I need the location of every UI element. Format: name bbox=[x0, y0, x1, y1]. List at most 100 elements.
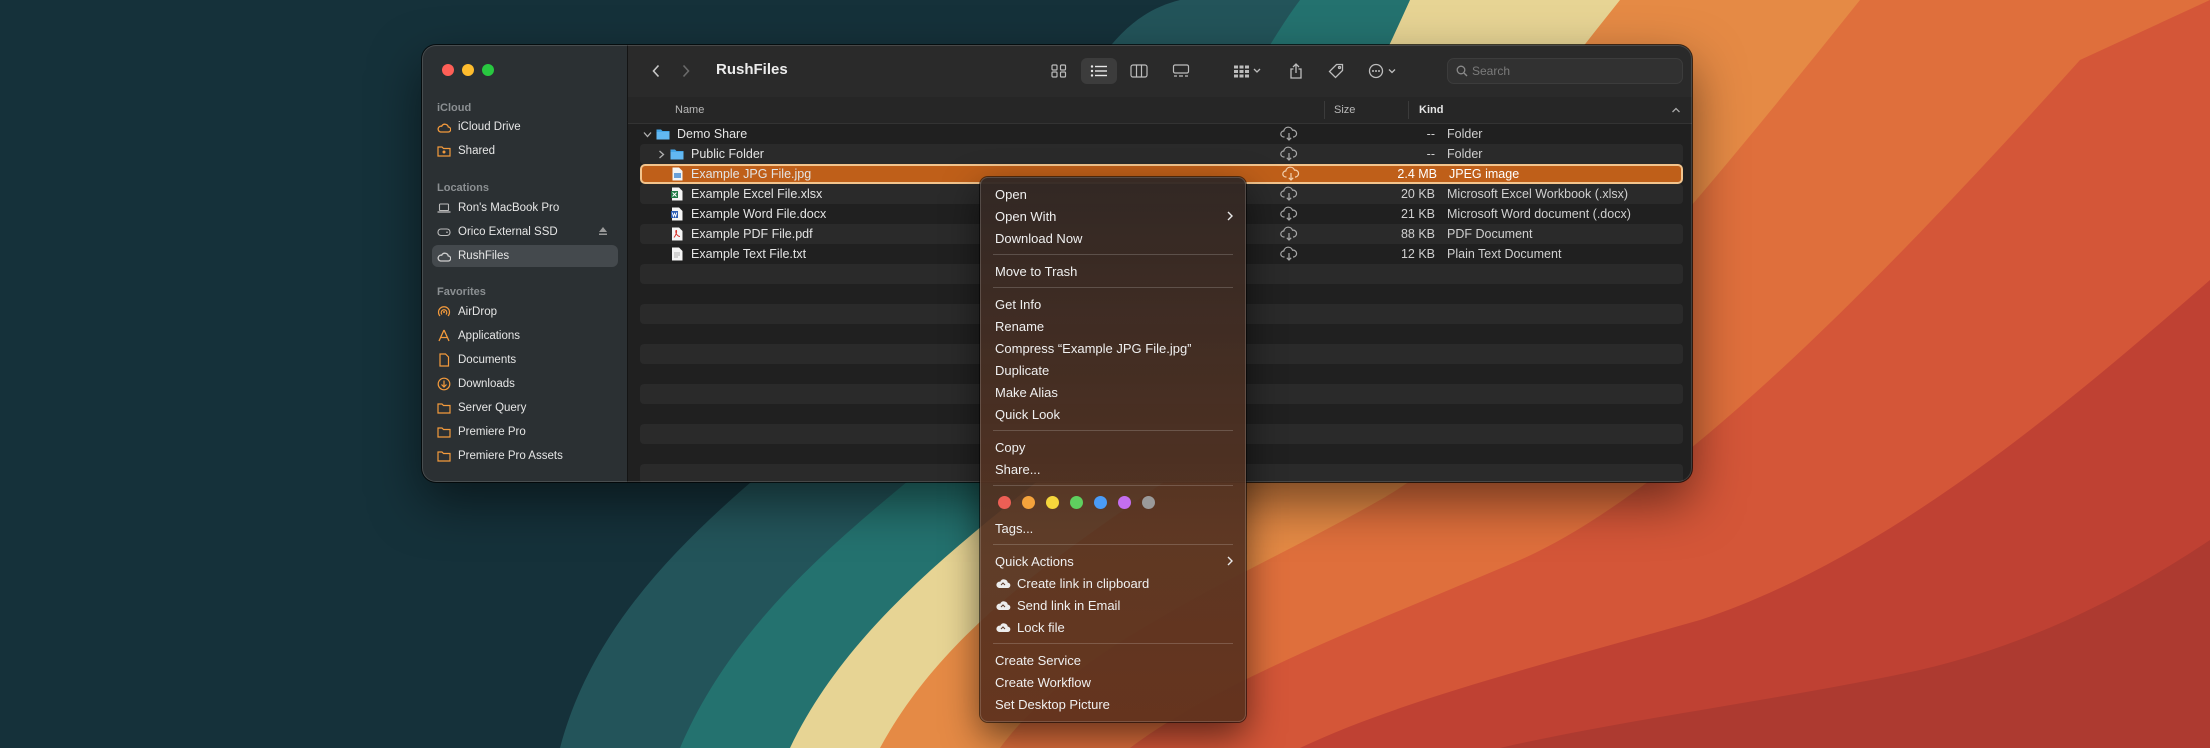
search-field[interactable]: Search bbox=[1447, 58, 1683, 84]
menu-item-label: Compress “Example JPG File.jpg” bbox=[995, 340, 1192, 356]
menu-separator bbox=[993, 544, 1233, 545]
file-size: 88 KB bbox=[1400, 227, 1435, 241]
menu-item-move-to-trash[interactable]: Move to Trash bbox=[995, 261, 1234, 281]
search-icon bbox=[1456, 65, 1468, 77]
close-window-button[interactable] bbox=[442, 64, 454, 76]
menu-item-set-desktop-picture[interactable]: Set Desktop Picture bbox=[995, 694, 1234, 714]
tag-purple-dot[interactable] bbox=[1118, 496, 1131, 509]
column-divider[interactable] bbox=[1324, 101, 1325, 119]
tag-gray-dot[interactable] bbox=[1142, 496, 1155, 509]
column-header-size[interactable]: Size bbox=[1334, 104, 1355, 116]
sidebar-section-locations: Locations bbox=[437, 182, 489, 194]
file-size: 20 KB bbox=[1400, 187, 1435, 201]
column-header-kind[interactable]: Kind bbox=[1419, 104, 1443, 116]
menu-item-create-service[interactable]: Create Service bbox=[995, 650, 1234, 670]
menu-item-get-info[interactable]: Get Info bbox=[995, 294, 1234, 314]
sidebar-item-premiere-pro[interactable]: Premiere Pro bbox=[432, 421, 618, 443]
table-row[interactable]: Demo Share -- Folder bbox=[640, 124, 1683, 144]
document-icon bbox=[437, 353, 451, 367]
back-button[interactable] bbox=[646, 61, 666, 81]
menu-item-create-workflow[interactable]: Create Workflow bbox=[995, 672, 1234, 692]
cloud-download-icon[interactable] bbox=[1280, 146, 1298, 164]
menu-item-compress[interactable]: Compress “Example JPG File.jpg” bbox=[995, 338, 1234, 358]
list-view-button[interactable] bbox=[1081, 58, 1117, 84]
file-kind: Plain Text Document bbox=[1447, 247, 1562, 261]
cloud-download-icon[interactable] bbox=[1280, 226, 1298, 244]
folder-icon bbox=[437, 449, 451, 463]
cloud-download-icon[interactable] bbox=[1280, 206, 1298, 224]
menu-item-open[interactable]: Open bbox=[995, 184, 1234, 204]
column-header-name[interactable]: Name bbox=[675, 104, 704, 116]
rushfiles-cloud-icon bbox=[995, 621, 1011, 633]
menu-item-tags[interactable]: Tags... bbox=[995, 518, 1234, 538]
list-icon bbox=[1090, 65, 1107, 77]
tag-blue-dot[interactable] bbox=[1094, 496, 1107, 509]
grid-icon bbox=[1051, 64, 1067, 78]
menu-separator bbox=[993, 287, 1233, 288]
file-size: 2.4 MB bbox=[1397, 167, 1437, 181]
sidebar-item-premiere-pro-assets[interactable]: Premiere Pro Assets bbox=[432, 445, 618, 467]
sidebar-item-label: Shared bbox=[458, 145, 496, 157]
menu-item-lock-file[interactable]: Lock file bbox=[995, 617, 1234, 637]
menu-item-download-now[interactable]: Download Now bbox=[995, 228, 1234, 248]
more-actions-button[interactable] bbox=[1364, 58, 1404, 84]
sidebar-item-rushfiles[interactable]: RushFiles bbox=[432, 245, 618, 267]
sidebar-item-label: Premiere Pro bbox=[458, 426, 526, 438]
menu-separator bbox=[993, 430, 1233, 431]
sidebar-item-downloads[interactable]: Downloads bbox=[432, 373, 618, 395]
menu-item-duplicate[interactable]: Duplicate bbox=[995, 360, 1234, 380]
sidebar-item-documents[interactable]: Documents bbox=[432, 349, 618, 371]
tag-red-dot[interactable] bbox=[998, 496, 1011, 509]
sidebar-item-label: Downloads bbox=[458, 378, 515, 390]
sidebar-item-airdrop[interactable]: AirDrop bbox=[432, 301, 618, 323]
tag-green-dot[interactable] bbox=[1070, 496, 1083, 509]
column-view-button[interactable] bbox=[1124, 58, 1154, 84]
sidebar-item-label: Orico External SSD bbox=[458, 226, 558, 238]
share-icon bbox=[1290, 63, 1302, 79]
tag-yellow-dot[interactable] bbox=[1046, 496, 1059, 509]
menu-item-share[interactable]: Share... bbox=[995, 459, 1234, 479]
file-name: Public Folder bbox=[691, 147, 764, 161]
gallery-view-button[interactable] bbox=[1166, 58, 1196, 84]
cloud-drive-icon bbox=[437, 249, 451, 263]
disclosure-chevron-down-icon[interactable] bbox=[642, 129, 652, 139]
cloud-download-icon[interactable] bbox=[1280, 126, 1298, 144]
menu-item-make-alias[interactable]: Make Alias bbox=[995, 382, 1234, 402]
cloud-download-icon[interactable] bbox=[1280, 246, 1298, 264]
table-row[interactable]: Public Folder -- Folder bbox=[640, 144, 1683, 164]
zoom-window-button[interactable] bbox=[482, 64, 494, 76]
menu-item-label: Quick Look bbox=[995, 406, 1061, 422]
menu-item-send-link-in-email[interactable]: Send link in Email bbox=[995, 595, 1234, 615]
forward-button[interactable] bbox=[676, 61, 696, 81]
menu-item-quick-look[interactable]: Quick Look bbox=[995, 404, 1234, 424]
tag-button[interactable] bbox=[1322, 58, 1350, 84]
cloud-download-icon[interactable] bbox=[1280, 186, 1298, 204]
sidebar-item-shared[interactable]: Shared bbox=[432, 140, 618, 162]
sidebar-item-applications[interactable]: Applications bbox=[432, 325, 618, 347]
column-header: Name Size Kind bbox=[628, 97, 1692, 124]
airdrop-icon bbox=[437, 305, 451, 319]
menu-item-copy[interactable]: Copy bbox=[995, 437, 1234, 457]
eject-icon[interactable] bbox=[598, 226, 608, 239]
column-divider[interactable] bbox=[1408, 101, 1409, 119]
menu-item-open-with[interactable]: Open With bbox=[995, 206, 1234, 226]
sidebar-item-server-query[interactable]: Server Query bbox=[432, 397, 618, 419]
icon-view-button[interactable] bbox=[1044, 58, 1074, 84]
menu-item-quick-actions[interactable]: Quick Actions bbox=[995, 551, 1234, 571]
ellipsis-circle-icon bbox=[1368, 63, 1396, 79]
external-drive-icon bbox=[437, 225, 451, 239]
minimize-window-button[interactable] bbox=[462, 64, 474, 76]
columns-icon bbox=[1130, 64, 1148, 78]
sort-chevron-up-icon[interactable] bbox=[1671, 105, 1681, 117]
disclosure-chevron-right-icon[interactable] bbox=[656, 149, 666, 159]
sidebar-item-icloud-drive[interactable]: iCloud Drive bbox=[432, 116, 618, 138]
menu-item-label: Open bbox=[995, 186, 1027, 202]
group-by-button[interactable] bbox=[1228, 58, 1268, 84]
menu-item-rename[interactable]: Rename bbox=[995, 316, 1234, 336]
sidebar-item-macbook[interactable]: Ron's MacBook Pro bbox=[432, 197, 618, 219]
sidebar-item-orico-ssd[interactable]: Orico External SSD bbox=[432, 221, 618, 243]
menu-item-create-link-in-clipboard[interactable]: Create link in clipboard bbox=[995, 573, 1234, 593]
share-button[interactable] bbox=[1282, 58, 1310, 84]
cloud-download-icon[interactable] bbox=[1282, 166, 1300, 184]
tag-orange-dot[interactable] bbox=[1022, 496, 1035, 509]
